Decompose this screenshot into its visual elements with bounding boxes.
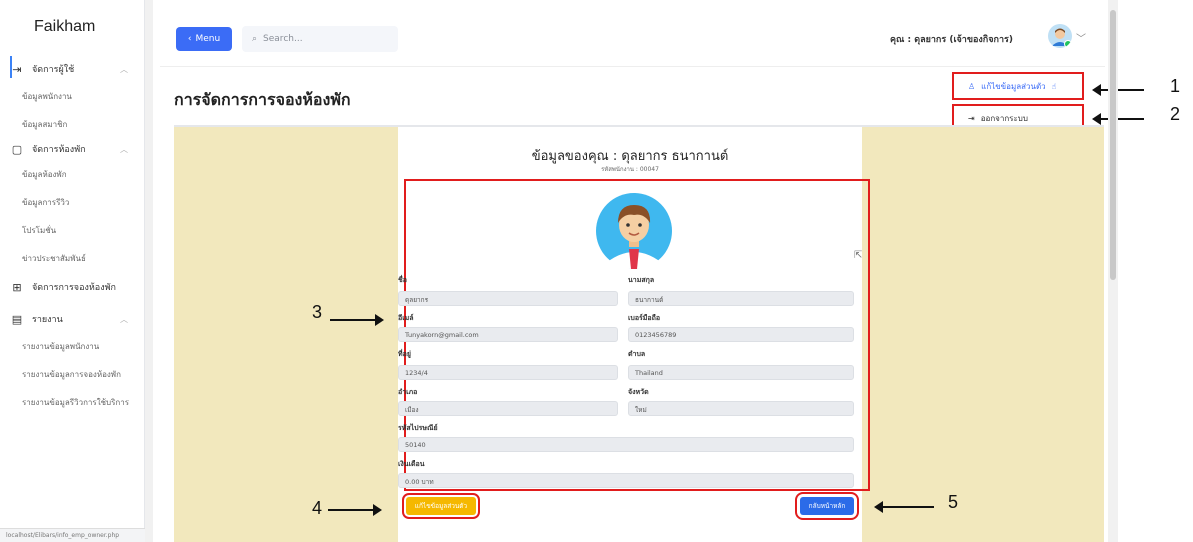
sidebar-group-users[interactable]: ⇥ จัดการผู้ใช้ ︿ (10, 62, 128, 76)
annotation-arrow-3 (330, 314, 384, 326)
grid-table-icon: ⊞ (12, 280, 22, 294)
annotation-number-1: 1 (1170, 76, 1181, 96)
edit-profile-button[interactable]: แก้ไขข้อมูลส่วนตัว (402, 493, 480, 519)
status-url: localhost/Elibars/info_emp_owner.php (0, 528, 145, 542)
annotation-arrow-2 (1092, 113, 1144, 125)
sidebar-item-report-bookings[interactable]: รายงานข้อมูลการจองห้องพัก (22, 368, 121, 381)
menu-button-label: Menu (195, 34, 221, 44)
chevron-up-icon: ︿ (120, 144, 128, 154)
user-login-icon: ⇥ (12, 62, 22, 76)
menu-button[interactable]: ‹ Menu (176, 27, 232, 51)
first-name-label: ชื่อ (398, 276, 407, 284)
employee-id: รหัสพนักงาน : 00047 (601, 166, 659, 173)
subdistrict-field[interactable]: Thailand (628, 365, 854, 380)
sidebar-scrollbar[interactable] (145, 0, 153, 542)
district-field[interactable]: เมือง (398, 401, 618, 416)
dropdown-edit-profile[interactable]: ♙ แก้ไขข้อมูลส่วนตัว ☝ (952, 72, 1084, 100)
annotation-number-2: 2 (1170, 104, 1181, 124)
annotation-arrow-5 (874, 501, 934, 513)
scrollbar-thumb[interactable] (1110, 10, 1116, 280)
sidebar-item-reviews[interactable]: ข้อมูลการรีวิว (22, 196, 69, 209)
chevron-up-icon: ︿ (120, 314, 128, 324)
last-name-label: นามสกุล (628, 276, 655, 284)
dropdown-edit-label: แก้ไขข้อมูลส่วนตัว (981, 81, 1046, 91)
report-icon: ▤ (11, 312, 23, 326)
header-divider (160, 66, 1105, 67)
sidebar-group-label: รายงาน (32, 315, 63, 325)
chevron-left-icon: ‹ (187, 34, 192, 44)
province-field[interactable]: ใหม่ (628, 401, 854, 416)
mouse-pointer-icon: ⇱ (854, 250, 863, 261)
profile-title: ข้อมูลของคุณ : ดุลยากร ธนากานต์ (531, 149, 729, 164)
profile-info-box: ชื่อ ดุลยากร นามสกุล ธนากานต์ อีเมล์ Tun… (398, 179, 870, 491)
province-label: จังหวัด (628, 388, 649, 396)
address-field[interactable]: 1234/4 (398, 365, 618, 380)
avatar[interactable] (1048, 24, 1072, 48)
sidebar-item-news[interactable]: ข่าวประชาสัมพันธ์ (22, 252, 86, 265)
phone-label: เบอร์มือถือ (628, 314, 661, 322)
annotation-arrow-4 (328, 504, 382, 516)
chevron-down-icon[interactable]: ﹀ (1076, 30, 1086, 45)
annotation-arrow-1 (1092, 84, 1144, 96)
user-icon: ♙ (968, 81, 976, 91)
sidebar-group-rooms[interactable]: ▢ จัดการห้องพัก ︿ (10, 142, 128, 156)
document-icon: ▢ (11, 142, 23, 156)
postcode-field[interactable]: 50140 (398, 437, 854, 452)
annotation-number-4: 4 (312, 498, 323, 518)
profile-card: ข้อมูลของคุณ : ดุลยากร ธนากานต์ รหัสพนัก… (398, 127, 870, 542)
logout-icon: ⇥ (968, 113, 975, 123)
phone-field[interactable]: 0123456789 (628, 327, 854, 342)
hand-cursor-icon: ☝ (1051, 81, 1057, 91)
back-home-button[interactable]: กลับหน้าหลัก (795, 492, 859, 520)
sidebar-item-promotions[interactable]: โปรโมชั่น (22, 224, 56, 237)
sidebar: Faikham ⇥ จัดการผู้ใช้ ︿ ข้อมูลพนักงาน ข… (0, 0, 145, 542)
email-field[interactable]: Tunyakorn@gmail.com (398, 327, 618, 342)
annotation-number-3: 3 (312, 302, 323, 322)
sidebar-group-label: จัดการห้องพัก (32, 145, 86, 155)
salary-label: เงินเดือน (398, 460, 425, 468)
sidebar-group-label: จัดการผู้ใช้ (32, 65, 75, 75)
address-label: ที่อยู่ (398, 350, 411, 358)
chevron-up-icon: ︿ (120, 64, 128, 74)
search-input[interactable]: ⌕ Search... (242, 26, 398, 52)
page-title: การจัดการการจองห้องพัก (174, 90, 351, 109)
postcode-label: รหัสไปรษณีย์ (398, 424, 438, 432)
last-name-field[interactable]: ธนากานต์ (628, 291, 854, 306)
sidebar-group-bookings[interactable]: ⊞ จัดการการจองห้องพัก (10, 280, 128, 294)
sidebar-item-members[interactable]: ข้อมูลสมาชิก (22, 118, 67, 131)
sidebar-group-reports[interactable]: ▤ รายงาน ︿ (10, 312, 128, 326)
sidebar-item-report-employees[interactable]: รายงานข้อมูลพนักงาน (22, 340, 99, 353)
email-label: อีเมล์ (398, 314, 414, 322)
sidebar-group-label: จัดการการจองห้องพัก (32, 283, 116, 293)
annotation-number-5: 5 (948, 492, 959, 512)
district-label: อำเภอ (398, 388, 418, 396)
online-status-dot (1064, 40, 1072, 48)
subdistrict-label: ตำบล (628, 350, 646, 358)
brand-logo[interactable]: Faikham (34, 18, 95, 36)
search-icon: ⌕ (252, 34, 258, 44)
search-placeholder: Search... (263, 34, 303, 44)
dropdown-logout-label: ออกจากระบบ (980, 113, 1028, 123)
user-name[interactable]: คุณ : ดุลยากร (เจ้าของกิจการ) (890, 32, 1013, 46)
sidebar-item-report-reviews[interactable]: รายงานข้อมูลรีวิวการใช้บริการ (22, 396, 129, 409)
salary-field[interactable]: 0.00 บาท (398, 473, 854, 488)
sidebar-item-rooms[interactable]: ข้อมูลห้องพัก (22, 168, 67, 181)
first-name-field[interactable]: ดุลยากร (398, 291, 618, 306)
profile-avatar-image (596, 193, 672, 269)
sidebar-item-employees[interactable]: ข้อมูลพนักงาน (22, 90, 72, 103)
